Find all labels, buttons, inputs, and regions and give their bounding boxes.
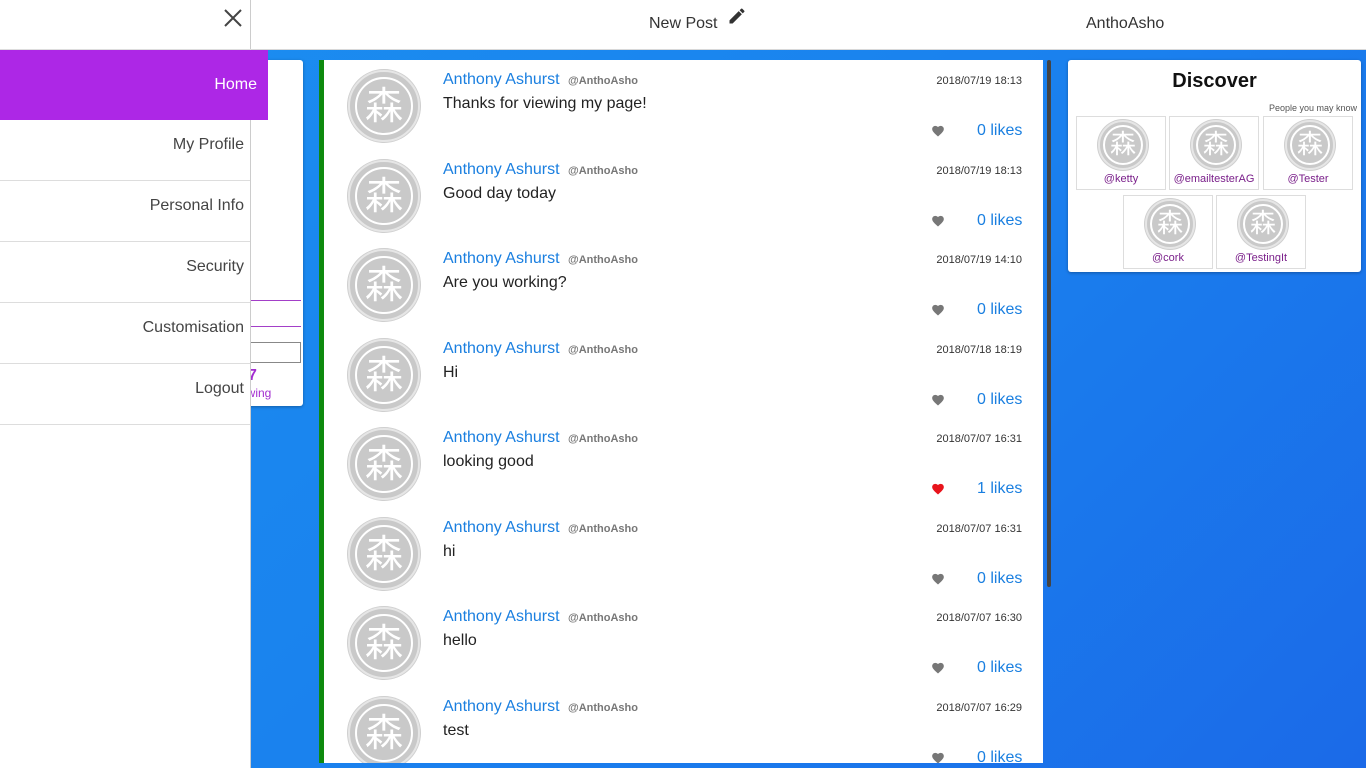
post-author[interactable]: Anthony Ashurst (443, 71, 560, 89)
nav-item-personal-info[interactable]: Personal Info (0, 181, 250, 242)
avatar[interactable]: 森 (348, 338, 420, 411)
suggested-user[interactable]: 森 @cork (1123, 195, 1213, 269)
post: 森 Anthony Ashurst @AnthoAsho 2018/07/07 16:… (324, 510, 1043, 600)
suggested-user-handle: @emailtesterAG (1173, 173, 1255, 185)
post-date: 2018/07/19 18:13 (936, 164, 1022, 177)
close-icon[interactable] (222, 7, 244, 29)
discover-card: Discover People you may know 森 @ketty 森 @em… (1068, 60, 1361, 272)
side-drawer: Home My Profile Personal Info Security C… (0, 0, 268, 768)
post-text: Thanks for viewing my page! (443, 95, 647, 112)
like-count[interactable]: 0 likes (977, 659, 1022, 677)
discover-subtitle: People you may know (1268, 103, 1357, 113)
post: 森 Anthony Ashurst @AnthoAsho 2018/07/19 18:… (324, 62, 1043, 152)
post: 森 Anthony Ashurst @AnthoAsho 2018/07/07 16:… (324, 689, 1043, 764)
post-handle: @AnthoAsho (568, 343, 638, 356)
heart-icon[interactable] (931, 393, 945, 406)
avatar: 森 (1098, 120, 1148, 170)
post-date: 2018/07/07 16:29 (936, 701, 1022, 714)
post: 森 Anthony Ashurst @AnthoAsho 2018/07/07 16:… (324, 420, 1043, 510)
avatar: 森 (1285, 120, 1335, 170)
post-feed: 森 Anthony Ashurst @AnthoAsho 2018/07/19 18:… (319, 60, 1043, 763)
post-handle: @AnthoAsho (568, 522, 638, 535)
suggested-user-handle: @ketty (1103, 173, 1139, 185)
suggested-user[interactable]: 森 @ketty (1076, 116, 1166, 190)
post-date: 2018/07/18 18:19 (936, 343, 1022, 356)
post-author[interactable]: Anthony Ashurst (443, 161, 560, 179)
post-text: Good day today (443, 184, 556, 202)
heart-icon[interactable] (931, 751, 945, 764)
suggested-user-handle: @cork (1152, 252, 1184, 264)
post: 森 Anthony Ashurst @AnthoAsho 2018/07/18 18:… (324, 331, 1043, 421)
post-author[interactable]: Anthony Ashurst (443, 519, 560, 537)
avatar[interactable]: 森 (348, 517, 420, 590)
like-count[interactable]: 0 likes (977, 122, 1022, 140)
suggested-user[interactable]: 森 @emailtesterAG (1169, 116, 1259, 190)
post-handle: @AnthoAsho (568, 164, 638, 177)
post-author[interactable]: Anthony Ashurst (443, 698, 560, 716)
like-count[interactable]: 0 likes (977, 301, 1022, 319)
post-handle: @AnthoAsho (568, 612, 638, 624)
post-handle: @AnthoAsho (568, 254, 638, 266)
nav-item-security[interactable]: Security (0, 242, 250, 303)
post: 森 Anthony Ashurst @AnthoAsho 2018/07/19 14:… (324, 241, 1043, 331)
post-author[interactable]: Anthony Ashurst (443, 608, 560, 626)
post-text: test (443, 721, 469, 739)
new-post-button[interactable]: New Post (649, 15, 717, 33)
avatar[interactable]: 森 (348, 607, 420, 679)
avatar[interactable]: 森 (348, 428, 420, 500)
feed-scrollbar[interactable] (1047, 60, 1051, 587)
like-count[interactable]: 0 likes (977, 212, 1022, 230)
nav-item-customisation[interactable]: Customisation (0, 303, 250, 364)
post-author[interactable]: Anthony Ashurst (443, 340, 560, 358)
heart-icon[interactable] (931, 661, 945, 674)
username-link[interactable]: AnthoAsho (1086, 15, 1164, 33)
post-text: looking good (443, 453, 534, 470)
avatar: 森 (1238, 199, 1288, 249)
post-author[interactable]: Anthony Ashurst (443, 429, 560, 447)
suggested-user[interactable]: 森 @Tester (1263, 116, 1353, 190)
avatar[interactable]: 森 (348, 70, 420, 142)
nav-item-my-profile[interactable]: My Profile (0, 120, 250, 181)
like-count[interactable]: 0 likes (977, 391, 1022, 409)
avatar[interactable]: 森 (348, 696, 420, 763)
post-handle: @AnthoAsho (568, 75, 638, 87)
avatar[interactable]: 森 (348, 249, 420, 321)
nav-item-logout[interactable]: Logout (0, 364, 250, 425)
post-author[interactable]: Anthony Ashurst (443, 250, 560, 268)
post-date: 2018/07/07 16:30 (936, 612, 1022, 624)
pencil-icon[interactable] (727, 6, 747, 26)
post-date: 2018/07/19 14:10 (936, 254, 1022, 266)
like-count[interactable]: 1 likes (977, 480, 1022, 498)
avatar: 森 (1191, 120, 1241, 170)
post-handle: @AnthoAsho (568, 701, 638, 714)
suggested-user-handle: @Tester (1287, 173, 1329, 185)
post-text: Are you working? (443, 274, 567, 291)
post-date: 2018/07/07 16:31 (936, 522, 1022, 535)
post-text: hello (443, 632, 477, 649)
heart-icon[interactable] (931, 124, 945, 137)
post: 森 Anthony Ashurst @AnthoAsho 2018/07/19 18:… (324, 152, 1043, 242)
nav-item-home[interactable]: Home (0, 50, 268, 120)
like-count[interactable]: 0 likes (977, 749, 1022, 764)
avatar[interactable]: 森 (348, 159, 420, 232)
post-date: 2018/07/07 16:31 (936, 433, 1022, 445)
post-text: Hi (443, 363, 459, 381)
like-count[interactable]: 0 likes (977, 570, 1022, 588)
post: 森 Anthony Ashurst @AnthoAsho 2018/07/07 16:… (324, 599, 1043, 689)
heart-icon[interactable] (931, 303, 945, 316)
suggested-user[interactable]: 森 @TestingIt (1216, 195, 1306, 269)
post-text: hi (443, 542, 456, 560)
avatar: 森 (1145, 199, 1195, 249)
heart-icon[interactable] (931, 482, 945, 495)
discover-title: Discover (1172, 70, 1257, 92)
post-handle: @AnthoAsho (568, 433, 638, 445)
heart-icon[interactable] (931, 572, 945, 585)
suggested-user-handle: @TestingIt (1234, 252, 1288, 264)
post-date: 2018/07/19 18:13 (936, 75, 1022, 87)
heart-icon[interactable] (931, 214, 945, 227)
